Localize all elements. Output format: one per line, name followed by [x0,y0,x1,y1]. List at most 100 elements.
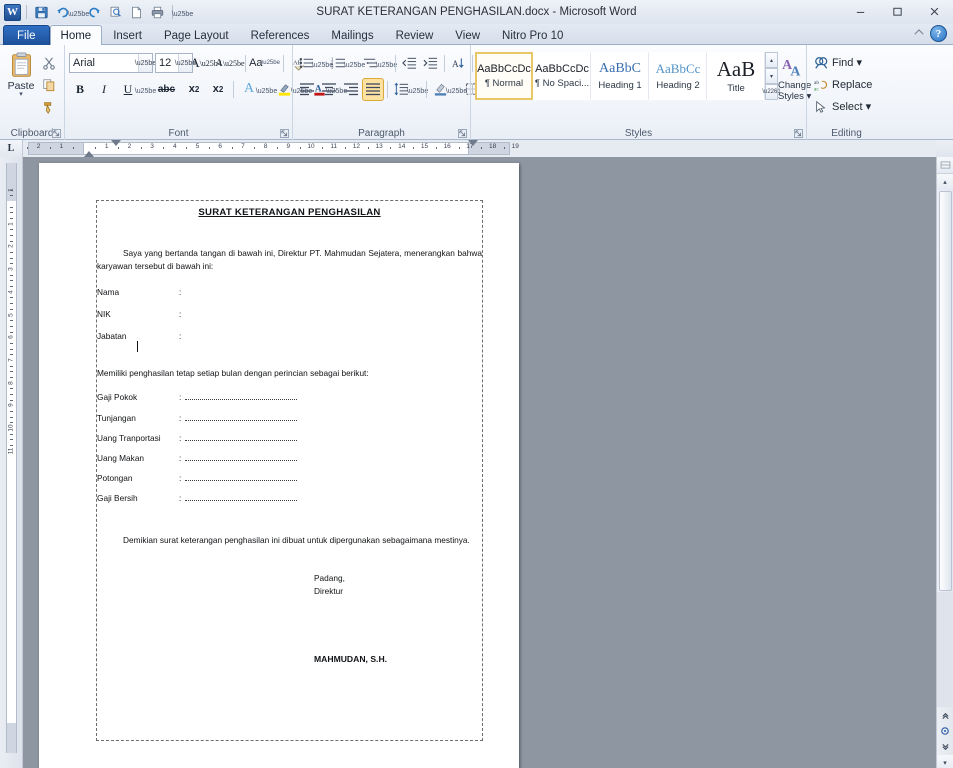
align-right-icon[interactable] [341,79,361,100]
align-center-icon[interactable] [319,79,339,100]
multilevel-dropdown-icon[interactable]: \u25be [382,54,391,73]
paste-dropdown-icon[interactable]: ▾ [19,92,23,98]
style-title[interactable]: AaB Title [707,52,765,100]
strikethrough-icon[interactable]: abc [152,79,181,100]
field-label: Uang Makan [97,453,179,464]
tab-mailings[interactable]: Mailings [320,25,384,45]
increase-indent-icon[interactable] [421,53,440,74]
tab-insert[interactable]: Insert [102,25,153,45]
decrease-indent-icon[interactable] [400,53,419,74]
next-page-button[interactable] [937,739,953,755]
style-normal[interactable]: AaBbCcDc ¶ Normal [475,52,533,100]
style-sample: AaB [717,59,756,80]
superscript-icon[interactable]: x2 [207,79,229,100]
vruler-tick-labels: 11234567891011 [0,157,23,768]
field-label: Nama [97,287,179,298]
grow-font-icon[interactable]: A\u25b4 [195,53,217,74]
shrink-font-icon[interactable]: A\u25be [219,53,241,74]
font-dialog-launcher[interactable] [280,129,289,138]
right-indent-marker[interactable] [468,140,478,146]
tab-home[interactable]: Home [50,25,103,45]
style-heading-1[interactable]: AaBbC Heading 1 [591,52,649,100]
bullets-dropdown-icon[interactable]: \u25be [318,54,327,73]
style-heading-2[interactable]: AaBbCc Heading 2 [649,52,707,100]
clipboard-dialog-launcher[interactable] [52,129,61,138]
line-spacing-dropdown-icon[interactable]: \u25be [413,80,422,99]
scroll-up-button[interactable]: ▴ [937,174,953,190]
select-button[interactable]: Select ▾ [811,96,874,117]
scroll-down-button[interactable]: ▾ [937,755,953,768]
previous-page-button[interactable] [937,707,953,723]
paste-button[interactable]: Paste ▾ [4,50,38,98]
print-preview-icon[interactable] [106,3,125,22]
save-icon[interactable] [32,3,51,22]
document-content[interactable]: SURAT KETERANGAN PENGHASILAN Saya yang b… [97,201,482,666]
minimize-ribbon-icon[interactable] [913,28,925,39]
tab-file[interactable]: File [3,25,50,45]
align-left-icon[interactable] [297,79,317,100]
format-painter-icon[interactable] [38,96,60,117]
close-button[interactable] [916,0,953,22]
minimize-button[interactable] [842,0,879,22]
style-sample: AaBbCc [656,61,701,77]
tab-review[interactable]: Review [385,25,445,45]
styles-scroll-down-icon[interactable]: ▾ [765,68,778,84]
help-icon[interactable]: ? [930,25,947,42]
ribbon-group-clipboard: Paste ▾ Clipboard [0,45,64,140]
subscript-icon[interactable]: x2 [183,79,205,100]
fill-line [185,454,297,461]
justify-icon[interactable] [363,79,383,100]
horizontal-ruler[interactable]: 2112345678910111213141516171819 [23,140,936,157]
bold-icon[interactable]: B [69,79,91,100]
quick-print-icon[interactable] [148,3,167,22]
underline-dropdown-icon[interactable]: \u25be [141,80,150,99]
split-window-handle[interactable] [937,157,953,174]
undo-dropdown-icon[interactable]: \u25be [74,3,83,22]
word-logo-icon[interactable]: W [4,4,21,21]
field-label: Potongan [97,473,179,484]
tab-page-layout[interactable]: Page Layout [153,25,240,45]
page-canvas[interactable]: SURAT KETERANGAN PENGHASILAN Saya yang b… [23,157,953,768]
scroll-track[interactable] [937,592,953,707]
maximize-button[interactable] [879,0,916,22]
tab-view[interactable]: View [444,25,491,45]
numbering-dropdown-icon[interactable]: \u25be [350,54,359,73]
redo-icon[interactable] [85,3,104,22]
replace-button[interactable]: abac Replace [811,74,875,95]
customize-qat-icon[interactable]: \u25be [178,3,187,22]
shading-dropdown-icon[interactable]: \u25be [452,80,461,99]
sort-icon[interactable]: A [449,53,468,74]
vertical-ruler[interactable]: 11234567891011 [0,157,23,768]
tab-references[interactable]: References [240,25,321,45]
tab-nitro-pro[interactable]: Nitro Pro 10 [491,25,574,45]
find-button[interactable]: Find ▾ [811,52,865,73]
income-field-list: Gaji Pokok : Tunjangan : Uang Tranportas… [97,392,482,504]
text-effects-dropdown-icon[interactable]: \u25be [262,80,271,99]
divider [395,55,396,72]
paragraph-dialog-launcher[interactable] [458,129,467,138]
select-browse-object-button[interactable] [937,723,953,739]
income-heading: Memiliki penghasilan tetap setiap bulan … [97,368,482,379]
font-size-combobox[interactable]: 12 \u25be [155,53,193,73]
copy-icon[interactable] [38,74,60,95]
font-name-combobox[interactable]: Arial \u25be [69,53,153,73]
font-size-dropdown-icon[interactable]: \u25be [178,54,192,72]
tab-stop-selector[interactable]: L [0,140,23,157]
income-row: Gaji Pokok : [97,392,482,403]
styles-scroll-up-icon[interactable]: ▴ [765,52,778,68]
vertical-scrollbar[interactable]: ▴ ▾ [936,157,953,768]
cut-icon[interactable] [38,52,60,73]
new-document-icon[interactable] [127,3,146,22]
change-case-icon[interactable]: Aa\u25be [250,53,279,74]
document-page[interactable]: SURAT KETERANGAN PENGHASILAN Saya yang b… [39,163,519,768]
first-line-indent-marker[interactable] [111,140,121,146]
style-sample: AaBbCcDc [477,63,531,75]
scroll-thumb[interactable] [939,191,952,591]
styles-dialog-launcher[interactable] [794,129,803,138]
font-name-dropdown-icon[interactable]: \u25be [138,54,152,72]
style-no-spacing[interactable]: AaBbCcDc ¶ No Spaci... [533,52,591,100]
income-row: Potongan : [97,473,482,484]
italic-icon[interactable]: I [93,79,115,100]
workspace: L 2112345678910111213141516171819 112345… [0,140,953,768]
styles-more-icon[interactable]: \u2261 [765,84,778,100]
